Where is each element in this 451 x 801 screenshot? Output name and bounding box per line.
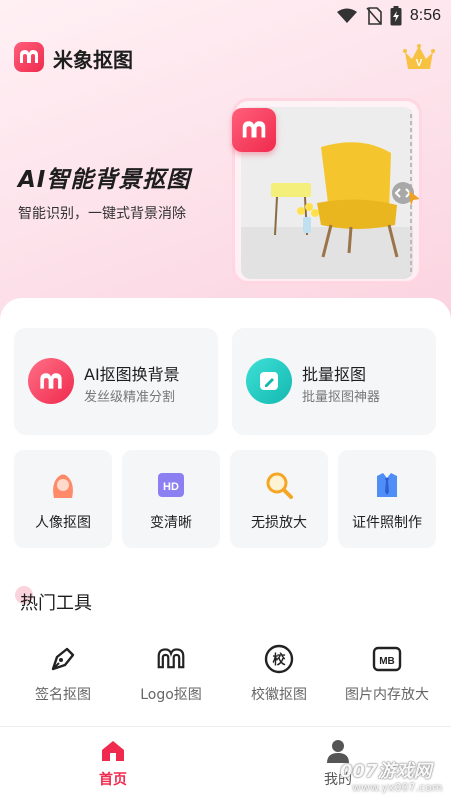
hero-title: AI智能背景抠图 bbox=[18, 167, 191, 193]
mb-icon: MB bbox=[372, 644, 402, 674]
hot-tool-label: 图片内存放大 bbox=[345, 687, 429, 703]
feature-desc: 批量抠图神器 bbox=[302, 390, 381, 405]
hot-tool-image-size-upscale[interactable]: MB 图片内存放大 bbox=[332, 644, 442, 704]
pen-nib-icon bbox=[48, 644, 78, 674]
watermark-url: www.yx007.com bbox=[352, 781, 443, 794]
hot-tool-label: 校徽抠图 bbox=[251, 687, 307, 703]
elephant-logo-icon bbox=[14, 42, 44, 72]
vip-badge-text: V bbox=[416, 58, 423, 69]
home-icon bbox=[102, 741, 124, 761]
edit-icon bbox=[246, 358, 292, 404]
tool-label: 无损放大 bbox=[251, 515, 307, 531]
hot-tool-logo[interactable]: Logo抠图 bbox=[116, 644, 226, 704]
battery-charging-icon bbox=[390, 6, 402, 26]
watermark: 007游戏网 bbox=[340, 761, 432, 782]
elephant-badge-icon bbox=[232, 108, 276, 152]
tool-portrait-cutout[interactable]: 人像抠图 bbox=[14, 450, 112, 548]
feature-batch-cutout[interactable]: 批量抠图 批量抠图神器 bbox=[232, 328, 436, 435]
wifi-icon bbox=[336, 8, 357, 23]
hot-tool-signature[interactable]: 签名抠图 bbox=[8, 644, 118, 704]
school-badge-icon-text: 校 bbox=[272, 652, 286, 668]
feature-title: AI抠图换背景 bbox=[84, 365, 180, 384]
school-badge-icon: 校 bbox=[264, 644, 294, 674]
feature-desc: 发丝级精准分割 bbox=[84, 390, 176, 405]
feature-title: 批量抠图 bbox=[302, 365, 367, 384]
magnifier-icon bbox=[264, 470, 294, 500]
app-title: 米象抠图 bbox=[53, 48, 133, 72]
hd-icon-text: HD bbox=[163, 481, 179, 493]
id-photo-icon bbox=[372, 470, 402, 500]
status-time: 8:56 bbox=[409, 7, 441, 24]
section-title: 热门工具 bbox=[20, 593, 92, 614]
elephant-outline-icon bbox=[156, 644, 186, 674]
feature-ai-replace-background[interactable]: AI抠图换背景 发丝级精准分割 bbox=[14, 328, 218, 435]
nav-label: 首页 bbox=[99, 772, 127, 788]
hd-icon: HD bbox=[156, 470, 186, 500]
compare-slider-handle-icon bbox=[392, 182, 419, 206]
nav-home[interactable]: 首页 bbox=[73, 739, 153, 789]
portrait-icon bbox=[48, 470, 78, 500]
elephant-icon bbox=[28, 358, 74, 404]
hot-tool-label: Logo抠图 bbox=[140, 687, 202, 703]
tool-label: 人像抠图 bbox=[35, 515, 91, 531]
tool-id-photo[interactable]: 证件照制作 bbox=[338, 450, 436, 548]
tool-label: 变清晰 bbox=[150, 515, 192, 531]
hot-tool-school-badge[interactable]: 校 校徽抠图 bbox=[224, 644, 334, 704]
status-bar: 8:56 bbox=[0, 0, 451, 32]
no-sim-icon bbox=[366, 7, 382, 25]
status-icons: 8:56 bbox=[336, 6, 441, 26]
hot-tool-label: 签名抠图 bbox=[35, 687, 91, 703]
tool-label: 证件照制作 bbox=[352, 515, 422, 531]
tool-lossless-upscale[interactable]: 无损放大 bbox=[230, 450, 328, 548]
hero-subtitle: 智能识别，一键式背景消除 bbox=[18, 206, 186, 222]
crown-icon[interactable]: V bbox=[402, 42, 436, 72]
mb-icon-text: MB bbox=[379, 656, 395, 667]
tool-sharpen[interactable]: HD 变清晰 bbox=[122, 450, 220, 548]
